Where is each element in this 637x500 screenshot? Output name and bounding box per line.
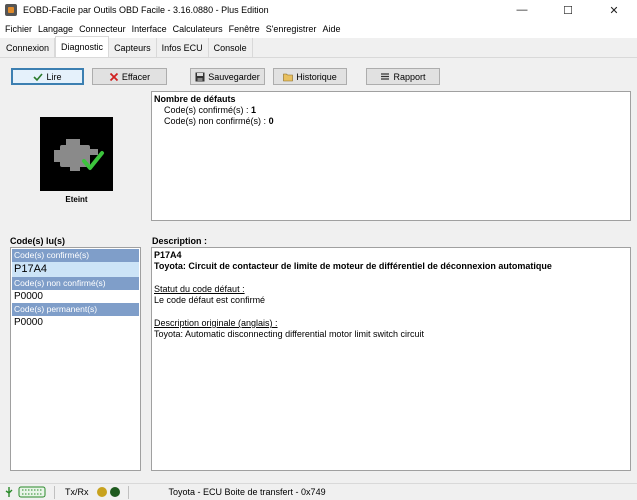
engine-status-label: Eteint (65, 195, 88, 204)
codes-group-header: Code(s) confirmé(s) (12, 249, 139, 262)
unconfirmed-count-row: Code(s) non confirmé(s) : 0 (154, 116, 628, 127)
codes-read-title: Code(s) lu(s) (10, 236, 65, 246)
status-separator (54, 485, 55, 499)
description-summary: Toyota: Circuit de contacteur de limite … (154, 261, 552, 271)
floppy-disk-icon (195, 72, 205, 81)
tab-console[interactable]: Console (209, 38, 253, 57)
usb-icon (5, 487, 13, 497)
fault-status-text: Le code défaut est confirmé (154, 295, 266, 305)
tab-capteurs[interactable]: Capteurs (109, 38, 157, 57)
txrx-label: Tx/Rx (65, 487, 89, 497)
checkmark-icon (33, 72, 44, 81)
tab-infos-ecu[interactable]: Infos ECU (157, 38, 209, 57)
history-button-label: Historique (296, 71, 337, 82)
tab-diagnostic[interactable]: Diagnostic (55, 36, 110, 57)
save-button[interactable]: Sauvegarder (190, 68, 265, 85)
menu-connecteur[interactable]: Connecteur (76, 24, 129, 34)
close-button[interactable]: ✕ (591, 0, 637, 20)
obd-connector-icon (18, 486, 46, 498)
menu-interface[interactable]: Interface (129, 24, 170, 34)
confirmed-count-row: Code(s) confirmé(s) : 1 (154, 105, 628, 116)
report-button-label: Rapport (393, 71, 426, 82)
window-controls: — ☐ ✕ (499, 0, 637, 20)
status-bar: Tx/Rx Toyota - ECU Boite de transfert - … (0, 483, 637, 500)
code-item[interactable]: P17A4 (12, 262, 139, 277)
x-icon (109, 72, 118, 81)
fault-count-title: Nombre de défauts (154, 94, 236, 104)
menu-calculateurs[interactable]: Calculateurs (170, 24, 226, 34)
read-button-label: Lire (46, 71, 62, 82)
status-separator (127, 485, 129, 499)
description-title: Description : (152, 236, 208, 246)
engine-status-image (40, 117, 113, 191)
original-description-text: Toyota: Automatic disconnecting differen… (154, 329, 424, 339)
unconfirmed-count-label: Code(s) non confirmé(s) : (164, 116, 267, 126)
app-icon (5, 4, 17, 16)
ecu-status-text: Toyota - ECU Boite de transfert - 0x749 (168, 487, 326, 497)
tab-bar: Connexion Diagnostic Capteurs Infos ECU … (0, 36, 637, 58)
rx-led-icon (109, 487, 120, 497)
check-badge-icon (82, 151, 104, 170)
title-bar: EOBD-Facile par Outils OBD Facile - 3.16… (0, 0, 637, 20)
codes-list[interactable]: Code(s) confirmé(s) P17A4 Code(s) non co… (10, 247, 141, 471)
clear-button-label: Effacer (121, 71, 151, 82)
fault-count-panel: Nombre de défauts Code(s) confirmé(s) : … (151, 91, 631, 221)
menu-aide[interactable]: Aide (319, 24, 343, 34)
code-item[interactable]: P0000 (12, 290, 139, 303)
confirmed-count-label: Code(s) confirmé(s) : (164, 105, 249, 115)
report-button[interactable]: Rapport (366, 68, 440, 85)
menu-langage[interactable]: Langage (35, 24, 76, 34)
folder-icon (283, 73, 294, 81)
menu-senregistrer[interactable]: S'enregistrer (263, 24, 320, 34)
save-button-label: Sauvegarder (208, 71, 260, 82)
read-button[interactable]: Lire (11, 68, 84, 85)
tx-led-icon (96, 487, 107, 497)
history-button[interactable]: Historique (273, 68, 347, 85)
codes-group-header: Code(s) non confirmé(s) (12, 277, 139, 290)
menu-fichier[interactable]: Fichier (2, 24, 35, 34)
tab-connexion[interactable]: Connexion (1, 38, 56, 57)
menu-fenetre[interactable]: Fenêtre (226, 24, 263, 34)
description-panel: P17A4 Toyota: Circuit de contacteur de l… (151, 247, 631, 471)
clear-button[interactable]: Effacer (92, 68, 167, 85)
minimize-button[interactable]: — (499, 0, 545, 20)
unconfirmed-count-value: 0 (268, 116, 274, 126)
codes-group-header: Code(s) permanent(s) (12, 303, 139, 316)
fault-status-heading: Statut du code défaut : (154, 284, 245, 294)
report-lines-icon (381, 72, 390, 80)
window-title: EOBD-Facile par Outils OBD Facile - 3.16… (23, 5, 269, 15)
confirmed-count-value: 1 (251, 105, 257, 115)
maximize-button[interactable]: ☐ (545, 0, 591, 20)
code-item[interactable]: P0000 (12, 316, 139, 329)
original-description-heading: Description originale (anglais) : (154, 318, 278, 328)
description-code: P17A4 (154, 250, 182, 260)
